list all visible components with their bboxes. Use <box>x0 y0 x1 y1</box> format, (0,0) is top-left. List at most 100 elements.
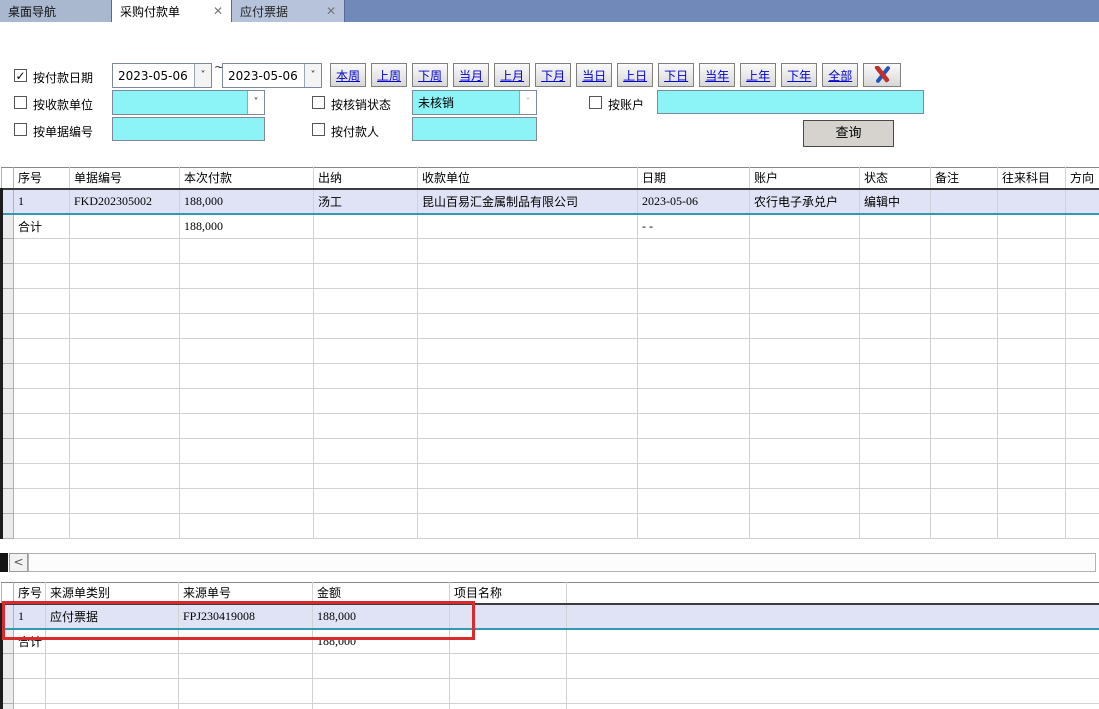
payer-checkbox[interactable] <box>312 123 325 136</box>
table-cell[interactable]: 1 <box>14 604 46 629</box>
chevron-down-icon[interactable]: ˅ <box>194 64 211 87</box>
column-header[interactable]: 收款单位 <box>418 168 638 189</box>
empty-cell <box>638 239 750 264</box>
chevron-down-icon[interactable]: ˅ <box>304 64 321 87</box>
scroll-left-arrow[interactable]: < <box>9 553 28 572</box>
column-header[interactable]: 单据编号 <box>70 168 180 189</box>
table-cell[interactable] <box>998 189 1066 214</box>
table-cell[interactable] <box>450 604 567 629</box>
table-cell[interactable]: FPJ230419008 <box>179 604 313 629</box>
empty-row <box>2 464 1099 489</box>
column-header[interactable]: 来源单类别 <box>46 583 179 604</box>
table-row[interactable]: 1FKD202305002188,000汤工昆山百易汇金属制品有限公司2023-… <box>2 189 1099 214</box>
verify-status-checkbox[interactable] <box>312 96 325 109</box>
empty-cell <box>14 439 70 464</box>
chevron-down-icon[interactable]: ˅ <box>519 91 536 114</box>
payee-unit-checkbox[interactable] <box>14 96 27 109</box>
close-icon[interactable]: ✕ <box>316 4 336 18</box>
column-header[interactable]: 项目名称 <box>450 583 567 604</box>
empty-cell <box>46 679 179 704</box>
empty-cell <box>313 679 450 704</box>
table-cell[interactable]: 2023-05-06 <box>638 189 750 214</box>
date-from-combo[interactable]: 2023-05-06 ˅ <box>112 63 212 88</box>
date-to-combo[interactable]: 2023-05-06 ˅ <box>222 63 322 88</box>
empty-cell <box>70 264 180 289</box>
splitter-handle[interactable] <box>0 553 8 572</box>
quick-range-button[interactable]: 当月 <box>453 63 489 87</box>
column-header[interactable]: 序号 <box>14 168 70 189</box>
quick-range-button[interactable]: 下周 <box>412 63 448 87</box>
table-cell[interactable]: 188,000 <box>180 189 314 214</box>
account-input[interactable] <box>657 90 924 114</box>
empty-cell <box>180 389 314 414</box>
payer-input[interactable] <box>412 117 537 141</box>
quick-range-button[interactable]: 下日 <box>658 63 694 87</box>
column-header[interactable]: 本次付款 <box>180 168 314 189</box>
row-gutter <box>2 414 14 439</box>
quick-range-button[interactable]: 当年 <box>699 63 735 87</box>
empty-cell <box>450 654 567 679</box>
column-header[interactable]: 备注 <box>931 168 998 189</box>
row-gutter <box>2 189 14 214</box>
close-icon[interactable]: ✕ <box>203 4 223 18</box>
query-button[interactable]: 查询 <box>803 120 894 147</box>
empty-cell <box>638 364 750 389</box>
table-cell[interactable]: 昆山百易汇金属制品有限公司 <box>418 189 638 214</box>
empty-cell <box>70 239 180 264</box>
verify-status-combo[interactable]: 未核销 ˅ <box>412 90 537 115</box>
table-cell[interactable]: 应付票据 <box>46 604 179 629</box>
quick-range-button[interactable]: 本周 <box>330 63 366 87</box>
total-cell <box>314 214 418 239</box>
empty-cell <box>638 339 750 364</box>
column-header[interactable]: 日期 <box>638 168 750 189</box>
chevron-down-icon[interactable]: ˅ <box>247 91 264 114</box>
column-header[interactable]: 状态 <box>860 168 931 189</box>
tab-desktop-nav[interactable]: 桌面导航 <box>0 0 112 22</box>
column-header[interactable]: 序号 <box>14 583 46 604</box>
tab-notes-payable[interactable]: 应付票据 ✕ <box>232 0 345 22</box>
quick-range-button[interactable]: 全部 <box>822 63 858 87</box>
tools-icon-button[interactable] <box>863 63 901 87</box>
account-checkbox[interactable] <box>589 96 602 109</box>
empty-cell <box>14 339 70 364</box>
tab-purchase-payment[interactable]: 采购付款单 ✕ <box>112 0 232 22</box>
doc-no-checkbox[interactable] <box>14 123 27 136</box>
empty-cell <box>750 364 860 389</box>
total-cell <box>1066 214 1099 239</box>
quick-range-button[interactable]: 当日 <box>576 63 612 87</box>
row-gutter <box>2 264 14 289</box>
quick-range-button[interactable]: 上月 <box>494 63 530 87</box>
table-cell[interactable]: 汤工 <box>314 189 418 214</box>
scrollbar-track[interactable] <box>28 553 1096 572</box>
payee-unit-combo[interactable]: ˅ <box>112 90 265 115</box>
column-header[interactable]: 来源单号 <box>179 583 313 604</box>
column-header-filler <box>567 583 1099 604</box>
doc-no-input[interactable] <box>112 117 265 141</box>
table-cell[interactable]: FKD202305002 <box>70 189 180 214</box>
quick-range-button[interactable]: 上日 <box>617 63 653 87</box>
empty-cell <box>1066 464 1099 489</box>
column-header[interactable]: 账户 <box>750 168 860 189</box>
column-header[interactable]: 出纳 <box>314 168 418 189</box>
table-cell[interactable]: 1 <box>14 189 70 214</box>
quick-range-button[interactable]: 上年 <box>740 63 776 87</box>
table-cell[interactable]: 编辑中 <box>860 189 931 214</box>
empty-cell <box>860 264 931 289</box>
total-cell: 188,000 <box>313 629 450 654</box>
column-header[interactable]: 往来科目 <box>998 168 1066 189</box>
table-cell[interactable]: 农行电子承兑户 <box>750 189 860 214</box>
empty-cell <box>931 439 998 464</box>
table-cell[interactable] <box>1066 189 1099 214</box>
table-cell[interactable]: 188,000 <box>313 604 450 629</box>
quick-range-button[interactable]: 上周 <box>371 63 407 87</box>
column-header[interactable]: 金额 <box>313 583 450 604</box>
table-cell[interactable] <box>931 189 998 214</box>
total-cell <box>931 214 998 239</box>
empty-cell <box>998 489 1066 514</box>
empty-cell <box>314 339 418 364</box>
quick-range-button[interactable]: 下月 <box>535 63 571 87</box>
column-header[interactable]: 方向 <box>1066 168 1099 189</box>
quick-range-button[interactable]: 下年 <box>781 63 817 87</box>
payment-date-checkbox[interactable]: ✓ <box>14 69 27 82</box>
table-row[interactable]: 1应付票据FPJ230419008188,000 <box>2 604 1099 629</box>
